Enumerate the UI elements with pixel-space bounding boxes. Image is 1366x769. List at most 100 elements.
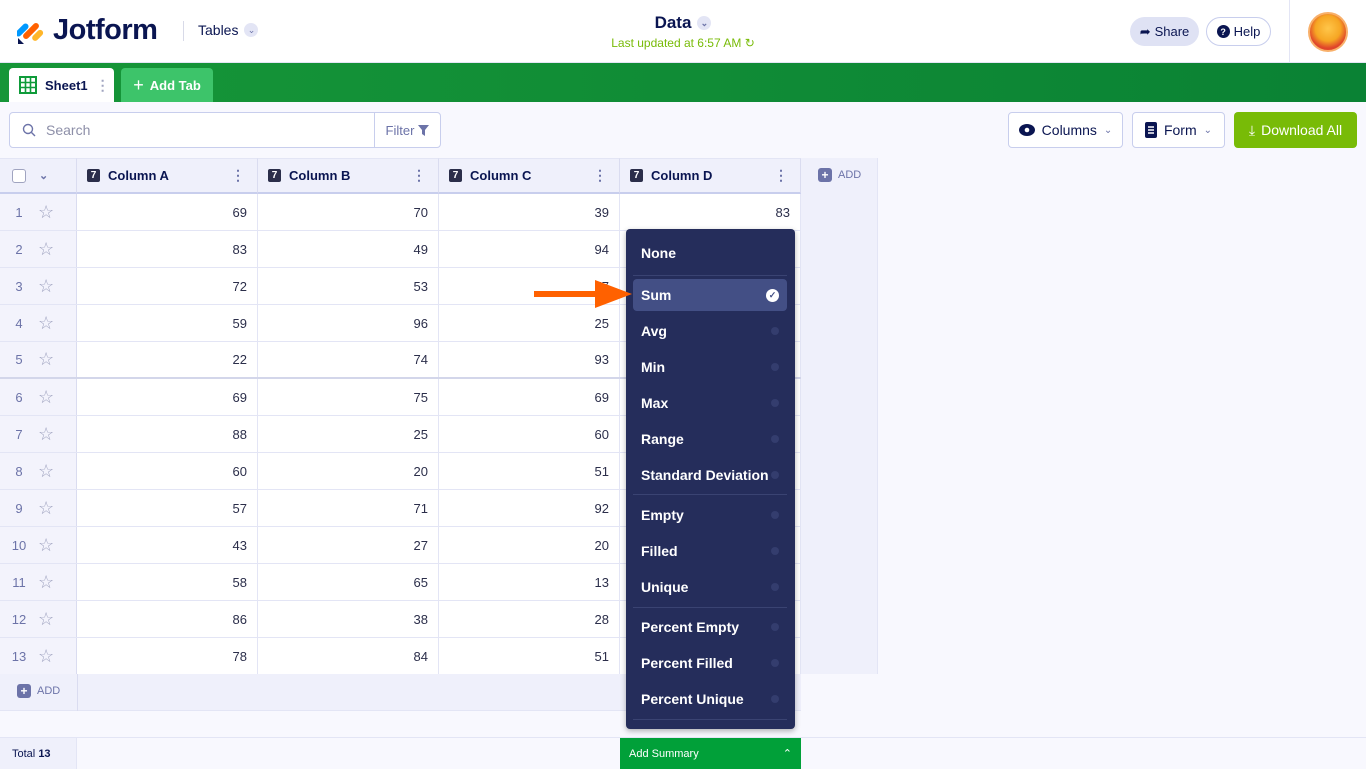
row-header: 3 ☆ [0,268,77,304]
menu-item-filled[interactable]: Filled [633,535,787,567]
table-cell[interactable]: 20 [258,453,439,489]
add-tab-button[interactable]: + Add Tab [121,68,213,102]
table-cell[interactable]: 83 [77,231,258,267]
table-cell[interactable]: 84 [258,638,439,674]
menu-item-sum[interactable]: Sum ✓ [633,279,787,311]
table-cell[interactable]: 69 [77,194,258,230]
table-cell[interactable]: 96 [258,305,439,341]
table-cell[interactable]: 72 [77,268,258,304]
select-all-checkbox[interactable] [12,168,26,183]
table-cell[interactable]: 13 [439,564,620,600]
table-cell[interactable]: 43 [77,527,258,563]
more-options-icon[interactable]: ⋮ [593,167,607,184]
add-row-button[interactable]: + ADD [17,684,77,698]
refresh-icon[interactable]: ↻ [745,36,755,50]
table-cell[interactable]: 93 [439,342,620,377]
tab-sheet1[interactable]: Sheet1 ⋮ [9,68,114,102]
menu-item-percent-unique[interactable]: Percent Unique [633,683,787,715]
table-cell[interactable]: 53 [258,268,439,304]
more-options-icon[interactable]: ⋮ [412,167,426,184]
menu-item-max[interactable]: Max [633,387,787,419]
table-cell[interactable]: 22 [77,342,258,377]
more-options-icon[interactable]: ⋮ [774,167,788,184]
menu-item-empty[interactable]: Empty [633,499,787,531]
menu-item-percent-empty[interactable]: Percent Empty [633,611,787,643]
menu-item-percent-filled[interactable]: Percent Filled [633,647,787,679]
table-cell[interactable]: 86 [77,601,258,637]
table-cell[interactable]: 39 [439,194,620,230]
table-cell[interactable]: 25 [258,416,439,452]
table-cell[interactable]: 92 [439,490,620,526]
table-cell[interactable]: 51 [439,638,620,674]
table-cell[interactable]: 38 [258,601,439,637]
form-button[interactable]: Form ⌄ [1132,112,1225,148]
form-label: Form [1163,122,1197,138]
star-icon[interactable]: ☆ [38,239,54,260]
column-header-b[interactable]: 7 Column B ⋮ [258,158,439,194]
more-options-icon[interactable]: ⋮ [231,167,245,184]
more-options-icon[interactable]: ⋮ [96,77,110,94]
star-icon[interactable]: ☆ [38,535,54,556]
table-cell[interactable]: 27 [258,527,439,563]
menu-item-label: Unique [641,579,689,595]
table-cell[interactable]: 88 [77,416,258,452]
columns-button[interactable]: Columns ⌄ [1008,112,1123,148]
table-cell[interactable]: 60 [439,416,620,452]
table-cell[interactable]: 20 [439,527,620,563]
help-button[interactable]: ? Help [1206,17,1271,46]
radio-icon [771,363,779,371]
menu-item-standard-deviation[interactable]: Standard Deviation [633,459,787,491]
star-icon[interactable]: ☆ [38,609,54,630]
select-all-header: ⌄ [0,158,77,194]
table-cell[interactable]: 83 [620,194,801,230]
add-summary-button[interactable]: Add Summary ⌃ [620,738,801,769]
table-cell[interactable]: 25 [439,305,620,341]
star-icon[interactable]: ☆ [38,313,54,334]
table-cell[interactable]: 65 [258,564,439,600]
download-all-button[interactable]: ⤓ Download All [1234,112,1357,148]
title-dropdown[interactable]: Data ⌄ [655,13,712,33]
star-icon[interactable]: ☆ [38,572,54,593]
download-icon: ⤓ [1248,121,1256,138]
menu-item-unique[interactable]: Unique [633,571,787,603]
table-cell[interactable]: 49 [258,231,439,267]
search-input[interactable]: Search Filter [9,112,441,148]
star-icon[interactable]: ☆ [38,349,54,370]
menu-item-min[interactable]: Min [633,351,787,383]
table-cell[interactable]: 59 [77,305,258,341]
table-cell[interactable]: 78 [77,638,258,674]
avatar[interactable] [1308,12,1348,52]
chevron-down-icon[interactable]: ⌄ [39,169,48,182]
filter-button[interactable]: Filter [374,113,440,147]
menu-item-range[interactable]: Range [633,423,787,455]
column-header-a[interactable]: 7 Column A ⋮ [77,158,258,194]
star-icon[interactable]: ☆ [38,498,54,519]
star-icon[interactable]: ☆ [38,276,54,297]
table-cell[interactable]: 57 [77,490,258,526]
star-icon[interactable]: ☆ [38,387,54,408]
share-button[interactable]: ➦ Share [1130,17,1199,46]
star-icon[interactable]: ☆ [38,646,54,667]
table-cell[interactable]: 51 [439,453,620,489]
table-cell[interactable]: 69 [77,379,258,415]
add-column-button[interactable]: + ADD [818,168,877,182]
table-cell[interactable]: 58 [77,564,258,600]
table-cell[interactable]: 69 [439,379,620,415]
chevron-down-icon: ⌄ [697,16,712,30]
help-icon: ? [1216,25,1230,38]
column-header-d[interactable]: 7 Column D ⋮ [620,158,801,194]
radio-icon [771,327,779,335]
table-cell[interactable]: 74 [258,342,439,377]
menu-item-none[interactable]: None [633,237,787,269]
table-cell[interactable]: 94 [439,231,620,267]
table-cell[interactable]: 60 [77,453,258,489]
table-cell[interactable]: 70 [258,194,439,230]
star-icon[interactable]: ☆ [38,461,54,482]
table-cell[interactable]: 28 [439,601,620,637]
menu-item-avg[interactable]: Avg [633,315,787,347]
table-cell[interactable]: 71 [258,490,439,526]
table-cell[interactable]: 75 [258,379,439,415]
star-icon[interactable]: ☆ [38,424,54,445]
star-icon[interactable]: ☆ [38,202,54,223]
column-header-c[interactable]: 7 Column C ⋮ [439,158,620,194]
